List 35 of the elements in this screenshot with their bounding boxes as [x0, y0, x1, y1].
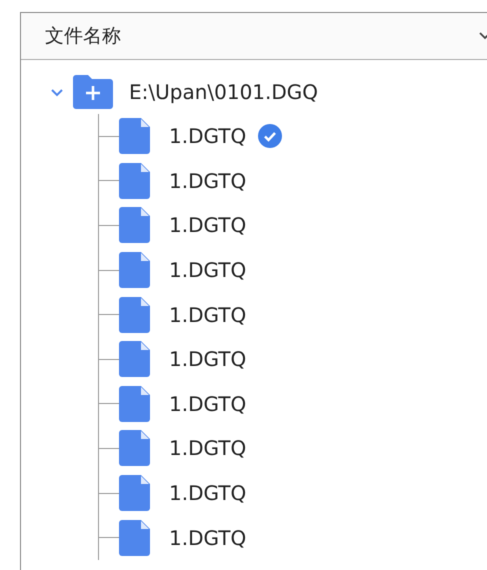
file-name: 1.DGTQ	[169, 481, 246, 506]
tree-node[interactable]: E:\Upan\0101.DGQ	[21, 70, 487, 114]
file-row[interactable]: 1.DGTQ	[99, 114, 487, 159]
file-icon	[119, 386, 151, 422]
file-icon	[119, 162, 151, 199]
file-icon	[119, 118, 151, 154]
file-name: 1.DGTQ	[169, 302, 246, 327]
file-name: 1.DGTQ	[169, 347, 246, 372]
file-icon	[119, 430, 151, 466]
folder-plus-icon	[71, 74, 115, 110]
file-icon	[119, 207, 151, 244]
file-icon	[119, 252, 151, 288]
file-icon	[119, 296, 151, 333]
file-icon	[119, 475, 151, 512]
column-title: 文件名称	[45, 24, 121, 49]
file-name: 1.DGTQ	[169, 392, 246, 416]
file-row[interactable]: 1.DGTQ	[99, 158, 487, 204]
file-name: 1.DGTQ	[169, 258, 246, 282]
file-row[interactable]: 1.DGTQ	[99, 336, 487, 382]
folder-path: E:\Upan\0101.DGQ	[129, 80, 318, 104]
column-header[interactable]: 文件名称	[21, 13, 487, 60]
file-icon	[119, 341, 151, 378]
file-row[interactable]: 1.DGTQ	[99, 515, 487, 560]
file-row[interactable]: 1.DGTQ	[99, 426, 487, 471]
file-name: 1.DGTQ	[169, 168, 246, 193]
file-row[interactable]: 1.DGTQ	[99, 382, 487, 426]
file-icon	[119, 520, 151, 556]
file-name: 1.DGTQ	[169, 124, 246, 148]
file-name: 1.DGTQ	[169, 526, 246, 550]
file-row[interactable]: 1.DGTQ	[99, 292, 487, 337]
file-name: 1.DGTQ	[169, 436, 246, 460]
file-name: 1.DGTQ	[169, 213, 246, 238]
file-row[interactable]: 1.DGTQ	[99, 203, 487, 248]
file-row[interactable]: 1.DGTQ	[99, 470, 487, 516]
file-row[interactable]: 1.DGTQ	[99, 248, 487, 292]
